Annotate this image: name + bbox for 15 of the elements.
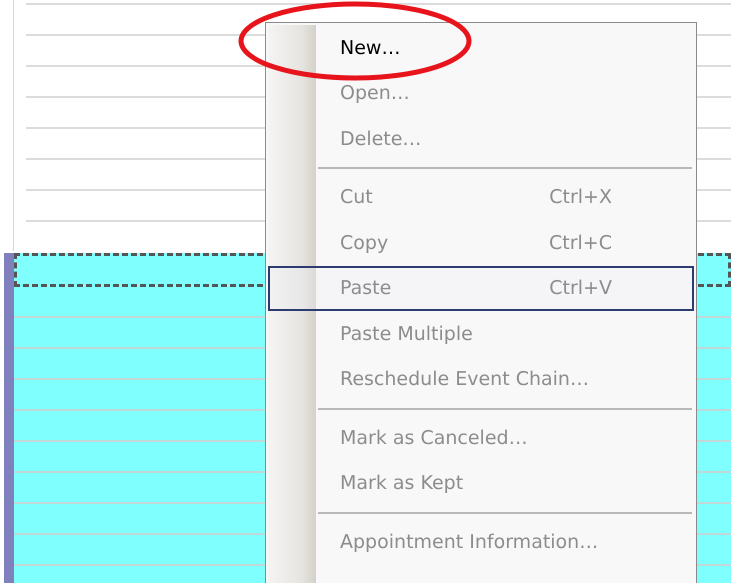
menu-item-label: Open… [340,82,410,104]
menu-item-label: Delete… [340,128,422,150]
menu-item-label: Copy [340,232,388,254]
menu-item-label: Reschedule Event Chain… [340,368,589,390]
menu-item-label: Mark as Canceled… [340,426,528,449]
shortcut-label: Ctrl+X [549,186,612,208]
menu-item-label: Paste Multiple [340,322,473,345]
menu-item[interactable]: New… [268,25,694,70]
shortcut-label: Ctrl+V [549,277,612,300]
menu-item-label: Cut [340,186,373,208]
menu-item-label: Mark as Kept [340,472,464,494]
menu-item-label: New… [340,36,400,59]
menu-item-label: Paste [340,277,392,300]
shortcut-label: Ctrl+C [549,232,612,254]
menu-item-label: Appointment Information… [340,530,598,553]
